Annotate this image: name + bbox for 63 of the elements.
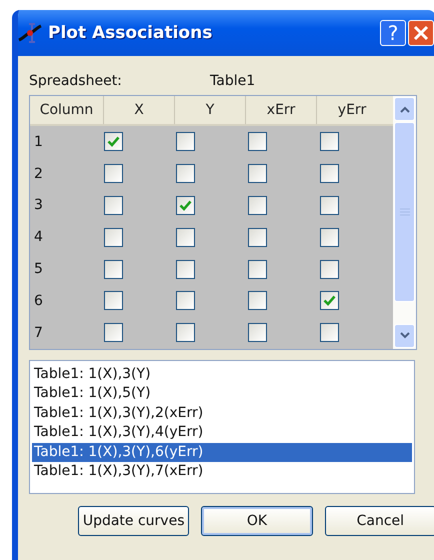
curve-list-item[interactable]: Table1: 1(X),5(Y) [32, 384, 412, 404]
checkbox[interactable] [320, 196, 339, 215]
close-icon [412, 24, 430, 42]
checkbox[interactable] [320, 323, 339, 342]
checkbox[interactable] [104, 132, 123, 152]
checkbox[interactable] [320, 291, 339, 310]
checkbox[interactable] [104, 323, 123, 342]
dialog-button[interactable]: Cancel [324, 506, 434, 536]
checkbox[interactable] [320, 164, 339, 184]
help-button[interactable]: ? [380, 20, 406, 46]
checkbox[interactable] [104, 260, 123, 279]
column-header: yErr [316, 96, 387, 124]
row-number: 2 [33, 166, 44, 182]
checkbox[interactable] [248, 132, 267, 152]
row-number: 4 [33, 229, 44, 246]
checkbox[interactable] [176, 291, 195, 310]
curve-list-item[interactable]: Table1: 1(X),3(Y),2(xErr) [32, 404, 412, 424]
dialog-button[interactable]: OK [201, 506, 313, 536]
curve-list-item[interactable]: Table1: 1(X),3(Y),4(yErr) [32, 423, 412, 443]
checkbox[interactable] [104, 228, 123, 247]
check-icon [179, 200, 192, 211]
check-icon [107, 136, 120, 148]
scroll-thumb[interactable] [394, 122, 415, 302]
scroll-down-button[interactable] [394, 324, 415, 348]
curve-list-item[interactable]: Table1: 1(X),3(Y) [32, 364, 412, 384]
column-header: X [103, 96, 174, 124]
close-button[interactable] [408, 20, 434, 46]
checkbox[interactable] [248, 228, 267, 247]
checkbox[interactable] [248, 164, 267, 184]
row-number: 3 [33, 197, 44, 214]
curve-list-item[interactable]: Table1: 1(X),3(Y),6(yErr) [32, 442, 412, 462]
checkbox[interactable] [320, 132, 339, 152]
scrollbar[interactable] [393, 96, 416, 349]
window-title: Plot Associations [48, 23, 214, 43]
spreadsheet-label: Spreadsheet: [29, 73, 123, 89]
checkbox[interactable] [176, 323, 195, 342]
checkbox[interactable] [248, 323, 267, 342]
dialog-button[interactable]: Update curves [78, 506, 190, 536]
checkbox[interactable] [176, 196, 195, 215]
checkbox[interactable] [248, 291, 267, 310]
checkbox[interactable] [104, 164, 123, 184]
row-number: 5 [33, 261, 44, 278]
row-number: 7 [33, 324, 44, 341]
check-icon [323, 295, 336, 306]
checkbox[interactable] [320, 260, 339, 279]
checkbox[interactable] [176, 164, 195, 184]
row-number: 1 [33, 134, 44, 150]
checkbox[interactable] [104, 196, 123, 215]
row-number: 6 [33, 292, 44, 309]
checkbox[interactable] [320, 228, 339, 247]
checkbox[interactable] [176, 132, 195, 152]
checkbox[interactable] [248, 196, 267, 215]
curve-icon [18, 22, 42, 44]
spreadsheet-name: Table1 [210, 73, 256, 89]
checkbox[interactable] [176, 228, 195, 247]
column-header: Y [174, 96, 245, 124]
column-header: xErr [245, 96, 316, 124]
scroll-up-button[interactable] [394, 97, 415, 121]
checkbox[interactable] [248, 260, 267, 279]
checkbox[interactable] [104, 291, 123, 310]
checkbox[interactable] [176, 260, 195, 279]
column-header: Column [38, 101, 94, 120]
curve-list-item[interactable]: Table1: 1(X),3(Y),7(xErr) [32, 462, 412, 482]
